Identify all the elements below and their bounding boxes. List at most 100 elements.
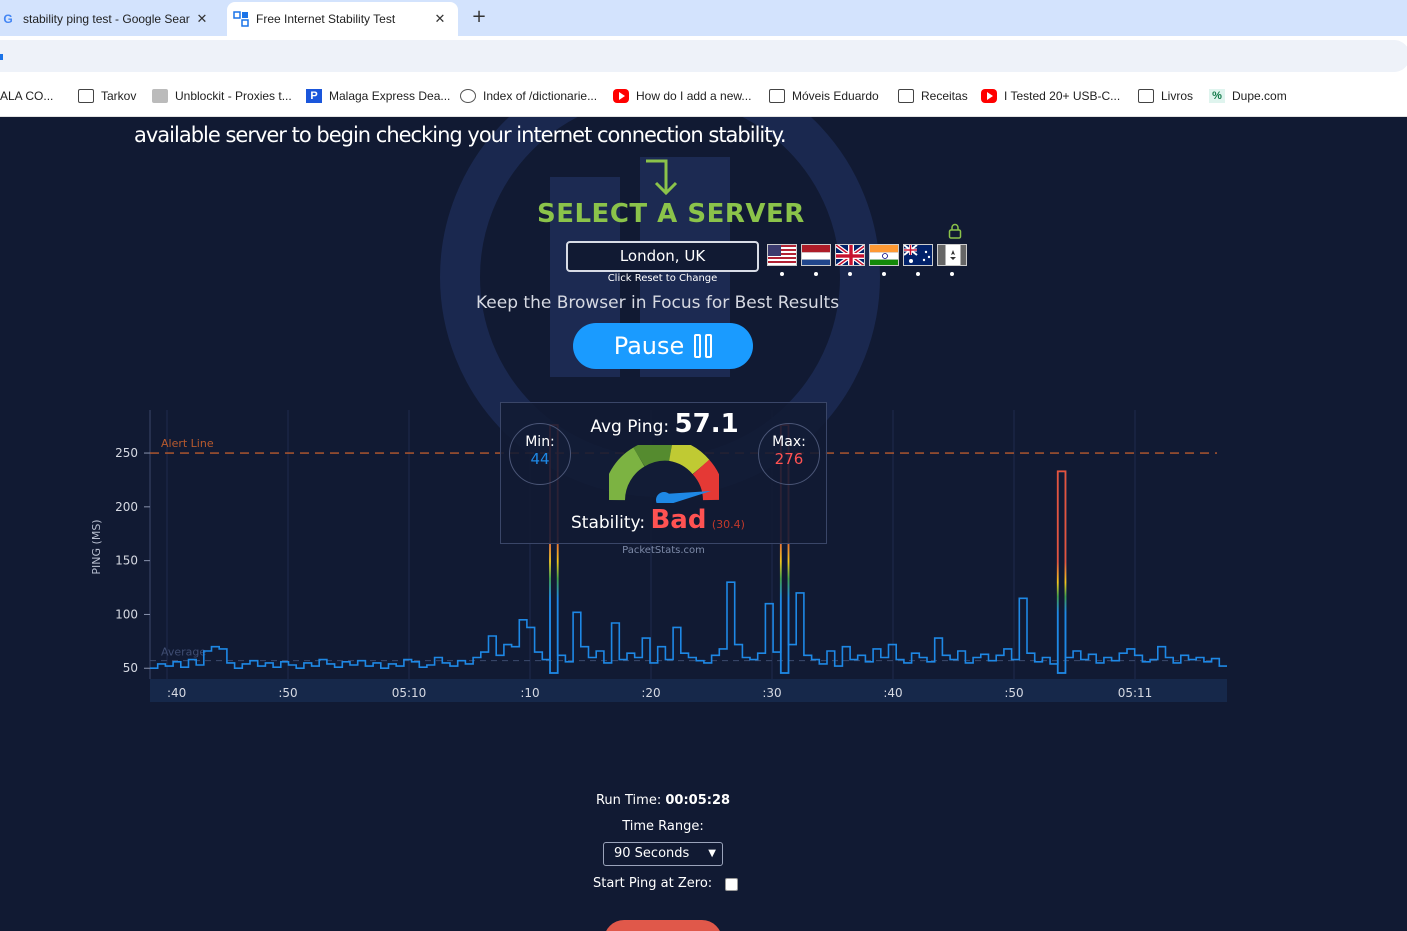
- x-tick-label: :30: [762, 686, 781, 700]
- yt-icon: [981, 89, 997, 103]
- select-server-title: SELECT A SERVER: [537, 199, 805, 229]
- book-icon: [152, 89, 168, 103]
- pause-button[interactable]: Pause: [573, 323, 753, 369]
- focus-hint: Keep the Browser in Focus for Best Resul…: [476, 293, 840, 313]
- flag-us[interactable]: [767, 244, 797, 266]
- y-axis-label: PING (MS): [90, 519, 103, 574]
- flag-ca[interactable]: [937, 244, 967, 266]
- bookmark-label: Receitas: [921, 89, 968, 103]
- yt-icon: [613, 89, 629, 103]
- stability: Stability: Bad (30.4): [571, 505, 745, 535]
- dupe-icon: %: [1209, 89, 1225, 103]
- omnibox[interactable]: [0, 40, 1407, 72]
- time-range-value: 90 Seconds: [614, 846, 690, 861]
- bookmark-item[interactable]: % Dupe.com: [1209, 88, 1287, 104]
- server-hint: Click Reset to Change: [607, 273, 718, 284]
- run-time: Run Time: 00:05:28: [0, 793, 1326, 808]
- start-zero-checkbox[interactable]: [725, 878, 738, 891]
- pause-label: Pause: [613, 332, 685, 360]
- bookmark-label: How do I add a new...: [636, 89, 752, 103]
- bookmark-item[interactable]: P Malaga Express Dea...: [306, 88, 450, 104]
- site-info-icon[interactable]: [0, 54, 3, 60]
- flag-indicator: [814, 272, 818, 276]
- bookmark-label: Livros: [1161, 89, 1194, 103]
- bookmark-item[interactable]: Tarkov: [78, 88, 136, 104]
- x-tick-label: :50: [1004, 686, 1023, 700]
- bookmark-item[interactable]: Index of /dictionarie...: [460, 88, 597, 104]
- bookmark-label: Index of /dictionarie...: [483, 89, 598, 103]
- run-time-value: 00:05:28: [665, 793, 731, 808]
- close-icon[interactable]: ✕: [192, 11, 212, 27]
- folder-icon: [78, 89, 94, 103]
- stability-gauge: [609, 445, 719, 503]
- bookmark-label: I Tested 20+ USB-C...: [1004, 89, 1121, 103]
- ping-spike: [1056, 470, 1067, 674]
- flag-indicator: [916, 272, 920, 276]
- bookmark-item[interactable]: I Tested 20+ USB-C...: [981, 88, 1120, 104]
- new-tab-icon[interactable]: +: [470, 6, 488, 28]
- bookmark-label: Dupe.com: [1232, 89, 1287, 103]
- google-icon: G: [3, 12, 13, 26]
- tab-stability-test[interactable]: Free Internet Stability Test ✕: [227, 2, 458, 36]
- y-tick-label: 50: [123, 661, 138, 675]
- time-range-label: Time Range:: [622, 819, 704, 834]
- brand-label: PacketStats.com: [622, 545, 705, 556]
- alert-line-label: Alert Line: [161, 437, 214, 450]
- x-axis-band: [150, 679, 1227, 702]
- bookmark-label: ALA CO...: [0, 89, 54, 103]
- bookmark-label: Unblockit - Proxies t...: [175, 89, 292, 103]
- server-field[interactable]: London, UK: [566, 241, 759, 272]
- bookmark-item[interactable]: Unblockit - Proxies t...: [152, 88, 292, 104]
- reset-button[interactable]: [604, 920, 722, 931]
- flag-nl[interactable]: [801, 244, 831, 266]
- stability-label: Stability:: [571, 513, 646, 533]
- min-value: 44: [530, 450, 550, 468]
- flag-indicator: [950, 272, 954, 276]
- average-line-label: Average: [161, 646, 206, 659]
- address-bar[interactable]: [0, 36, 1407, 76]
- stability-score: (30.4): [711, 518, 745, 531]
- packetstats-icon: [233, 11, 249, 27]
- chevron-down-icon: ▼: [708, 848, 716, 859]
- max-ping: Max: 276: [758, 423, 820, 485]
- x-tick-label: :20: [641, 686, 660, 700]
- folder-icon: [898, 89, 914, 103]
- min-ping: Min: 44: [509, 423, 571, 485]
- bookmark-item[interactable]: ALA CO...: [0, 88, 53, 104]
- flag-indicator: [780, 272, 784, 276]
- bookmark-item[interactable]: How do I add a new...: [613, 88, 751, 104]
- bookmark-item[interactable]: Móveis Eduardo: [769, 88, 879, 104]
- y-tick-label: 200: [115, 500, 138, 514]
- globe-icon: [460, 89, 476, 103]
- close-icon[interactable]: ✕: [430, 11, 450, 27]
- min-label: Min:: [525, 434, 555, 450]
- tab-google-search[interactable]: G stability ping test - Google Sear ✕: [0, 2, 220, 36]
- x-tick-label: 05:11: [1118, 686, 1153, 700]
- max-value: 276: [774, 450, 804, 468]
- page-content: available server to begin checking your …: [0, 117, 1407, 931]
- flag-in[interactable]: [869, 244, 899, 266]
- stats-panel: Avg Ping: 57.1 Min: 44 Max: 276 Stabilit…: [500, 402, 827, 544]
- y-tick-label: 250: [115, 446, 138, 460]
- intro-text: available server to begin checking your …: [134, 123, 787, 147]
- run-time-label: Run Time:: [595, 793, 662, 808]
- time-range-select[interactable]: 90 Seconds ▼: [603, 842, 723, 866]
- flag-au[interactable]: [903, 244, 933, 266]
- start-zero-label: Start Ping at Zero:: [593, 876, 713, 891]
- bookmark-item[interactable]: Livros: [1138, 88, 1193, 104]
- flag-indicator: [882, 272, 886, 276]
- down-arrow-icon: [646, 159, 678, 196]
- bookmark-label: Tarkov: [101, 89, 137, 103]
- bookmark-item[interactable]: Receitas: [898, 88, 968, 104]
- max-label: Max:: [772, 434, 806, 450]
- y-tick-label: 150: [115, 554, 138, 568]
- flag-uk[interactable]: [835, 244, 865, 266]
- x-tick-label: :50: [278, 686, 297, 700]
- x-tick-label: :40: [167, 686, 186, 700]
- lock-icon: [948, 223, 962, 239]
- tab-title: stability ping test - Google Sear: [23, 12, 190, 26]
- tab-title: Free Internet Stability Test: [256, 12, 396, 26]
- bookmarks-bar: ALA CO... Tarkov Unblockit - Proxies t... P…: [0, 76, 1407, 117]
- bookmark-label: Móveis Eduardo: [792, 89, 879, 103]
- folder-icon: [1138, 89, 1154, 103]
